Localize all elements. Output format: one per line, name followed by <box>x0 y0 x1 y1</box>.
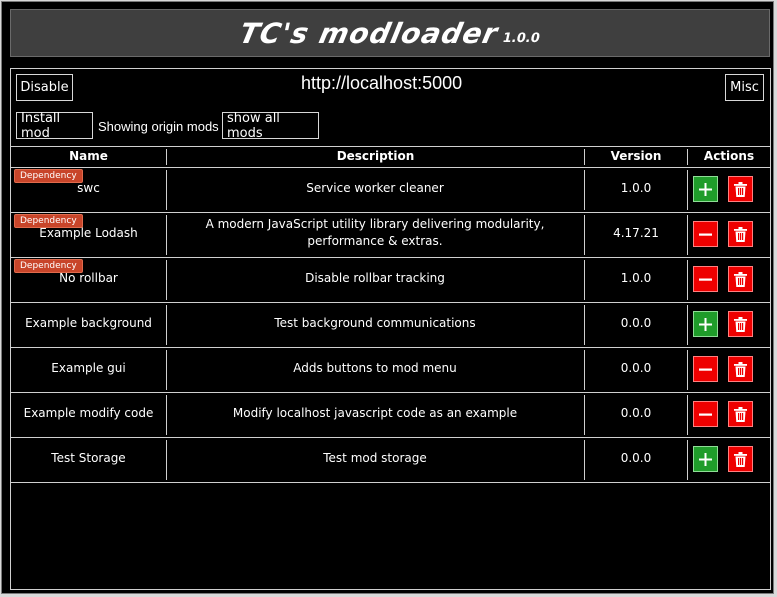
minus-icon <box>699 273 712 286</box>
mod-version: 1.0.0 <box>620 270 652 285</box>
misc-button[interactable]: Misc <box>725 74 764 101</box>
mods-table: Name Description Version Actions Depende… <box>11 146 770 483</box>
minus-icon <box>699 228 712 241</box>
column-divider <box>166 260 167 300</box>
table-row: Example modify code Modify localhost java… <box>11 393 770 438</box>
delete-mod-button[interactable] <box>728 401 753 427</box>
delete-mod-button[interactable] <box>728 356 753 382</box>
mod-name: swc <box>77 180 100 195</box>
plus-icon <box>699 452 712 466</box>
trash-icon <box>734 181 747 197</box>
column-divider <box>687 215 688 255</box>
column-header-version: Version <box>610 149 662 163</box>
mod-panel: Disable http://localhost:5000 Misc Insta… <box>10 68 771 590</box>
delete-mod-button[interactable] <box>728 311 753 337</box>
column-divider <box>687 170 688 210</box>
column-divider <box>687 305 688 345</box>
mod-description: Modify localhost javascript code as an e… <box>232 405 518 420</box>
delete-mod-button[interactable] <box>728 221 753 247</box>
column-divider <box>166 440 167 480</box>
filter-status-text: Showing origin mods <box>98 119 219 134</box>
mod-description: Adds buttons to mod menu <box>293 360 457 375</box>
mod-version: 0.0.0 <box>620 405 652 420</box>
column-divider <box>166 215 167 255</box>
mod-version: 1.0.0 <box>620 180 652 195</box>
mod-description: Test background communications <box>274 315 476 330</box>
trash-icon <box>734 271 747 287</box>
trash-icon <box>734 406 747 422</box>
disable-button[interactable]: Disable <box>16 74 73 101</box>
disable-mod-button[interactable] <box>693 266 718 292</box>
table-row: Dependency swc Service worker cleaner 1.0.0 <box>11 168 770 213</box>
column-divider <box>687 350 688 390</box>
column-divider <box>166 350 167 390</box>
column-header-description: Description <box>336 149 415 163</box>
mod-name: Example gui <box>51 360 126 375</box>
mod-name: Example background <box>25 315 152 330</box>
plus-icon <box>699 182 712 196</box>
mod-name: Example modify code <box>23 405 154 420</box>
mod-version: 0.0.0 <box>620 315 652 330</box>
delete-mod-button[interactable] <box>728 266 753 292</box>
show-all-mods-button[interactable]: show all mods <box>222 111 319 141</box>
minus-icon <box>699 408 712 421</box>
mod-name: No rollbar <box>59 270 118 285</box>
mod-name: Example Lodash <box>39 225 138 240</box>
disable-mod-button[interactable] <box>693 221 718 247</box>
delete-mod-button[interactable] <box>728 176 753 202</box>
trash-icon <box>734 316 747 332</box>
table-row: Dependency Example Lodash A modern JavaScr… <box>11 213 770 258</box>
server-url: http://localhost:5000 <box>301 73 463 93</box>
trash-icon <box>734 451 747 467</box>
enable-mod-button[interactable] <box>693 176 718 202</box>
mod-description: Disable rollbar tracking <box>305 270 445 285</box>
table-body: Dependency swc Service worker cleaner 1.0.0… <box>11 168 770 483</box>
mod-version: 0.0.0 <box>620 450 652 465</box>
mod-version: 0.0.0 <box>620 360 652 375</box>
table-row: Example gui Adds buttons to mod menu 0.0.0 <box>11 348 770 393</box>
app-version: 1.0.0 <box>500 30 541 46</box>
table-row: Dependency No rollbar Disable rollbar trac… <box>11 258 770 303</box>
column-divider <box>687 440 688 480</box>
disable-mod-button[interactable] <box>693 356 718 382</box>
column-divider <box>166 395 167 435</box>
app-header: TC's modloader 1.0.0 <box>10 9 770 57</box>
column-divider <box>166 170 167 210</box>
trash-icon <box>734 226 747 242</box>
table-header: Name Description Version Actions <box>11 146 770 168</box>
mod-description: Service worker cleaner <box>306 180 444 195</box>
mod-description: A modern JavaScript utility library deli… <box>205 217 545 248</box>
trash-icon <box>734 361 747 377</box>
column-divider <box>166 305 167 345</box>
plus-icon <box>699 317 712 331</box>
install-mod-button[interactable]: Install mod <box>16 111 93 141</box>
mod-version: 4.17.21 <box>613 225 659 240</box>
table-row: Example background Test background commun… <box>11 303 770 348</box>
disable-mod-button[interactable] <box>693 401 718 427</box>
enable-mod-button[interactable] <box>693 311 718 337</box>
minus-icon <box>699 363 712 376</box>
column-header-name: Name <box>69 149 108 163</box>
column-header-actions: Actions <box>703 149 755 163</box>
column-divider <box>687 395 688 435</box>
mod-name: Test Storage <box>51 450 126 465</box>
mod-description: Test mod storage <box>323 450 427 465</box>
delete-mod-button[interactable] <box>728 446 753 472</box>
table-row: Test Storage Test mod storage 0.0.0 <box>11 438 770 483</box>
logo: TC's modloader 1.0.0 <box>236 17 544 50</box>
app-window: TC's modloader 1.0.0 Disable http://loca… <box>1 1 774 594</box>
enable-mod-button[interactable] <box>693 446 718 472</box>
column-divider <box>687 260 688 300</box>
app-title: TC's modloader <box>236 16 501 50</box>
